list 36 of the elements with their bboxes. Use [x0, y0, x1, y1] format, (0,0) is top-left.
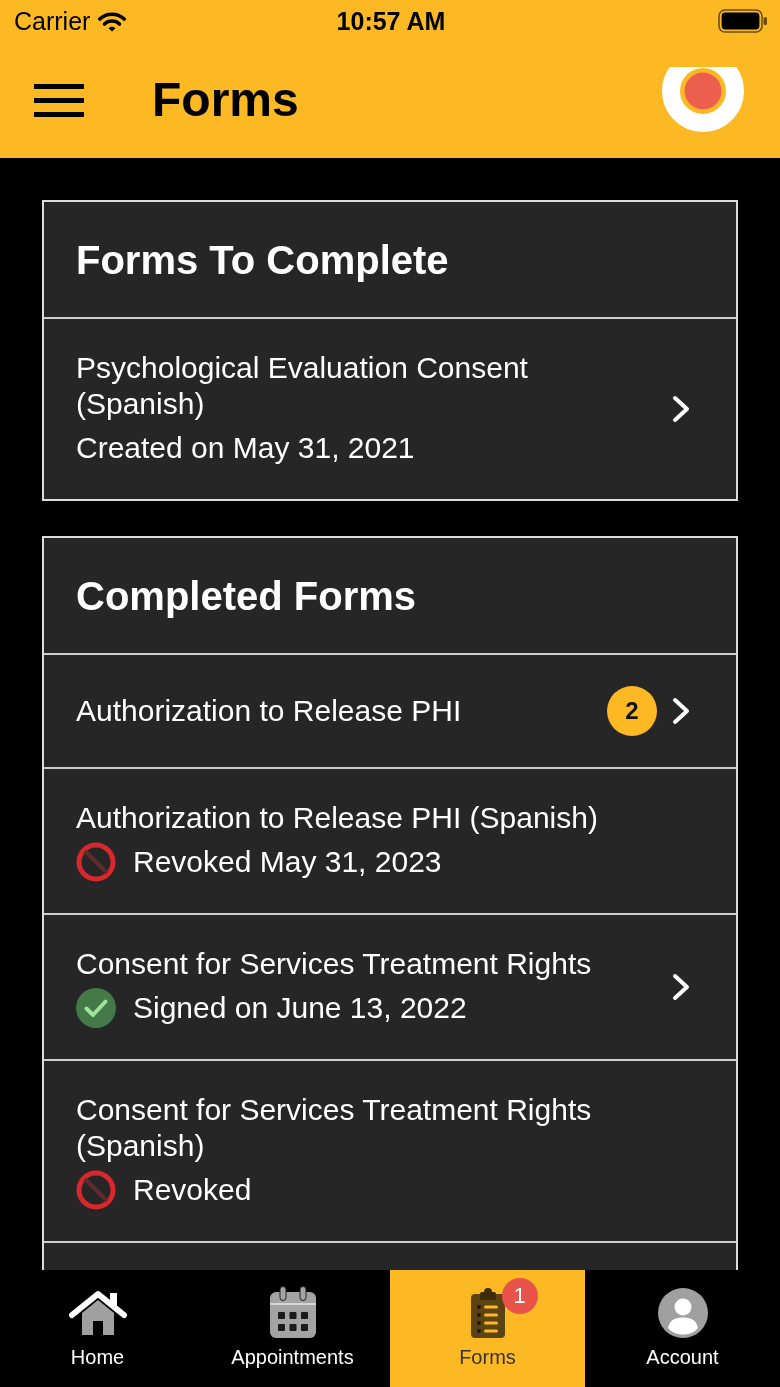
form-title: Psychological Evaluation Consent (Spanish): [76, 350, 529, 422]
status-text: Revoked: [133, 1172, 252, 1208]
form-title: Consent for Services Treatment Rights (Spanish): [76, 1092, 593, 1164]
tab-item[interactable]: 1 Forms: [390, 1270, 585, 1387]
battery-icon: [718, 9, 768, 33]
form-title: Consent for Services Treatment Rights: [76, 946, 593, 982]
clipboard-icon: [470, 1288, 505, 1338]
form-title: Authorization to Release PHI: [76, 693, 463, 729]
check-circle-icon: [76, 988, 116, 1028]
form-title: Authorization to Release PHI (Spanish): [76, 800, 599, 836]
page-title: Forms: [152, 73, 299, 127]
form-list-item[interactable]: Consent for Services Treatment Rights (Spanish) Revoked: [44, 1059, 736, 1241]
form-list-item[interactable]: Authorization to Release PHI (Spanish) Revoked May 31, 2023: [44, 767, 736, 913]
logo-icon: [661, 67, 745, 133]
carrier-name: Carrier: [14, 6, 91, 36]
tab-item[interactable]: Appointments: [195, 1270, 390, 1387]
status-text: Signed on June 13, 2022: [133, 990, 467, 1026]
user-icon: [657, 1288, 708, 1338]
notification-badge: 1: [501, 1278, 538, 1314]
status-text: Created on May 31, 2021: [76, 430, 415, 466]
menu-icon[interactable]: [34, 83, 84, 117]
status-time: 10:57 AM: [336, 6, 446, 36]
wifi-icon: [98, 10, 127, 32]
form-list-item[interactable]: Psychological Evaluation Consent (Spanish) Created on May 31, 2021: [44, 317, 736, 499]
prohibited-icon: [76, 1170, 116, 1210]
section-title: Forms To Complete: [76, 236, 449, 284]
prohibited-icon: [76, 842, 116, 882]
section-title: Completed Forms: [76, 572, 417, 620]
calendar-icon: [269, 1286, 316, 1338]
home-icon: [68, 1290, 127, 1338]
tab-item[interactable]: Account: [585, 1270, 780, 1387]
form-list-item[interactable]: Consent for Services Treatment Rights Signed on June 13, 2022: [44, 913, 736, 1059]
tab-item[interactable]: Home: [0, 1270, 195, 1387]
form-list-item[interactable]: Authorization to Release PHI 2: [44, 653, 736, 767]
count-badge: 2: [607, 686, 657, 736]
status-text: Revoked May 31, 2023: [133, 844, 442, 880]
